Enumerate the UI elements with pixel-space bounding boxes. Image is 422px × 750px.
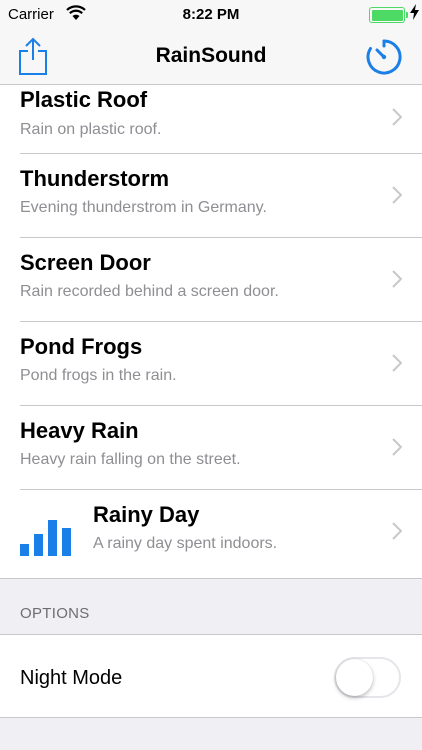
sound-subtitle: Rain on plastic roof. bbox=[20, 121, 162, 138]
equalizer-bars-icon bbox=[20, 520, 71, 556]
sound-row-heavy-rain[interactable]: Heavy Rain Heavy rain falling on the str… bbox=[20, 406, 422, 490]
sound-row-plastic-roof[interactable]: Plastic Roof Rain on plastic roof. bbox=[20, 86, 422, 154]
sound-list: Plastic Roof Rain on plastic roof. Thund… bbox=[0, 86, 422, 574]
timer-icon[interactable] bbox=[365, 38, 403, 76]
sound-title: Plastic Roof bbox=[20, 87, 148, 112]
sound-subtitle: Evening thunderstrom in Germany. bbox=[20, 199, 267, 216]
night-mode-toggle[interactable] bbox=[334, 657, 401, 698]
sound-subtitle: A rainy day spent indoors. bbox=[93, 535, 278, 552]
sound-row-screen-door[interactable]: Screen Door Rain recorded behind a scree… bbox=[20, 238, 422, 322]
chevron-right-icon bbox=[392, 108, 402, 126]
chevron-right-icon bbox=[392, 438, 402, 456]
sound-title: Pond Frogs bbox=[20, 334, 143, 359]
sound-row-pond-frogs[interactable]: Pond Frogs Pond frogs in the rain. bbox=[20, 322, 422, 406]
status-bar: Carrier 8:22 PM bbox=[0, 0, 422, 30]
app-title: RainSound bbox=[155, 44, 267, 67]
chevron-right-icon bbox=[392, 270, 402, 288]
toggle-knob[interactable] bbox=[336, 659, 373, 696]
charging-bolt-icon bbox=[410, 4, 419, 20]
night-mode-row: Night Mode bbox=[0, 634, 422, 718]
sound-subtitle: Pond frogs in the rain. bbox=[20, 367, 177, 384]
battery-cap bbox=[406, 12, 408, 18]
battery-fill bbox=[371, 9, 403, 21]
night-mode-label: Night Mode bbox=[20, 667, 123, 689]
navigation-bar: RainSound bbox=[0, 30, 422, 85]
sound-title: Rainy Day bbox=[93, 502, 200, 527]
sound-subtitle: Heavy rain falling on the street. bbox=[20, 451, 241, 468]
chevron-right-icon bbox=[392, 186, 402, 204]
chevron-right-icon bbox=[392, 522, 402, 540]
sound-title: Heavy Rain bbox=[20, 418, 139, 443]
sound-title: Screen Door bbox=[20, 250, 151, 275]
clock: 8:22 PM bbox=[182, 6, 240, 23]
sound-subtitle: Rain recorded behind a screen door. bbox=[20, 283, 279, 300]
sound-title: Thunderstorm bbox=[20, 166, 170, 191]
sound-row-thunderstorm[interactable]: Thunderstorm Evening thunderstrom in Ger… bbox=[20, 154, 422, 238]
battery-icon bbox=[369, 7, 405, 23]
sound-row-rainy-day[interactable]: Rainy Day A rainy day spent indoors. bbox=[20, 490, 422, 574]
chevron-right-icon bbox=[392, 354, 402, 372]
section-header-options: OPTIONS bbox=[20, 605, 90, 622]
